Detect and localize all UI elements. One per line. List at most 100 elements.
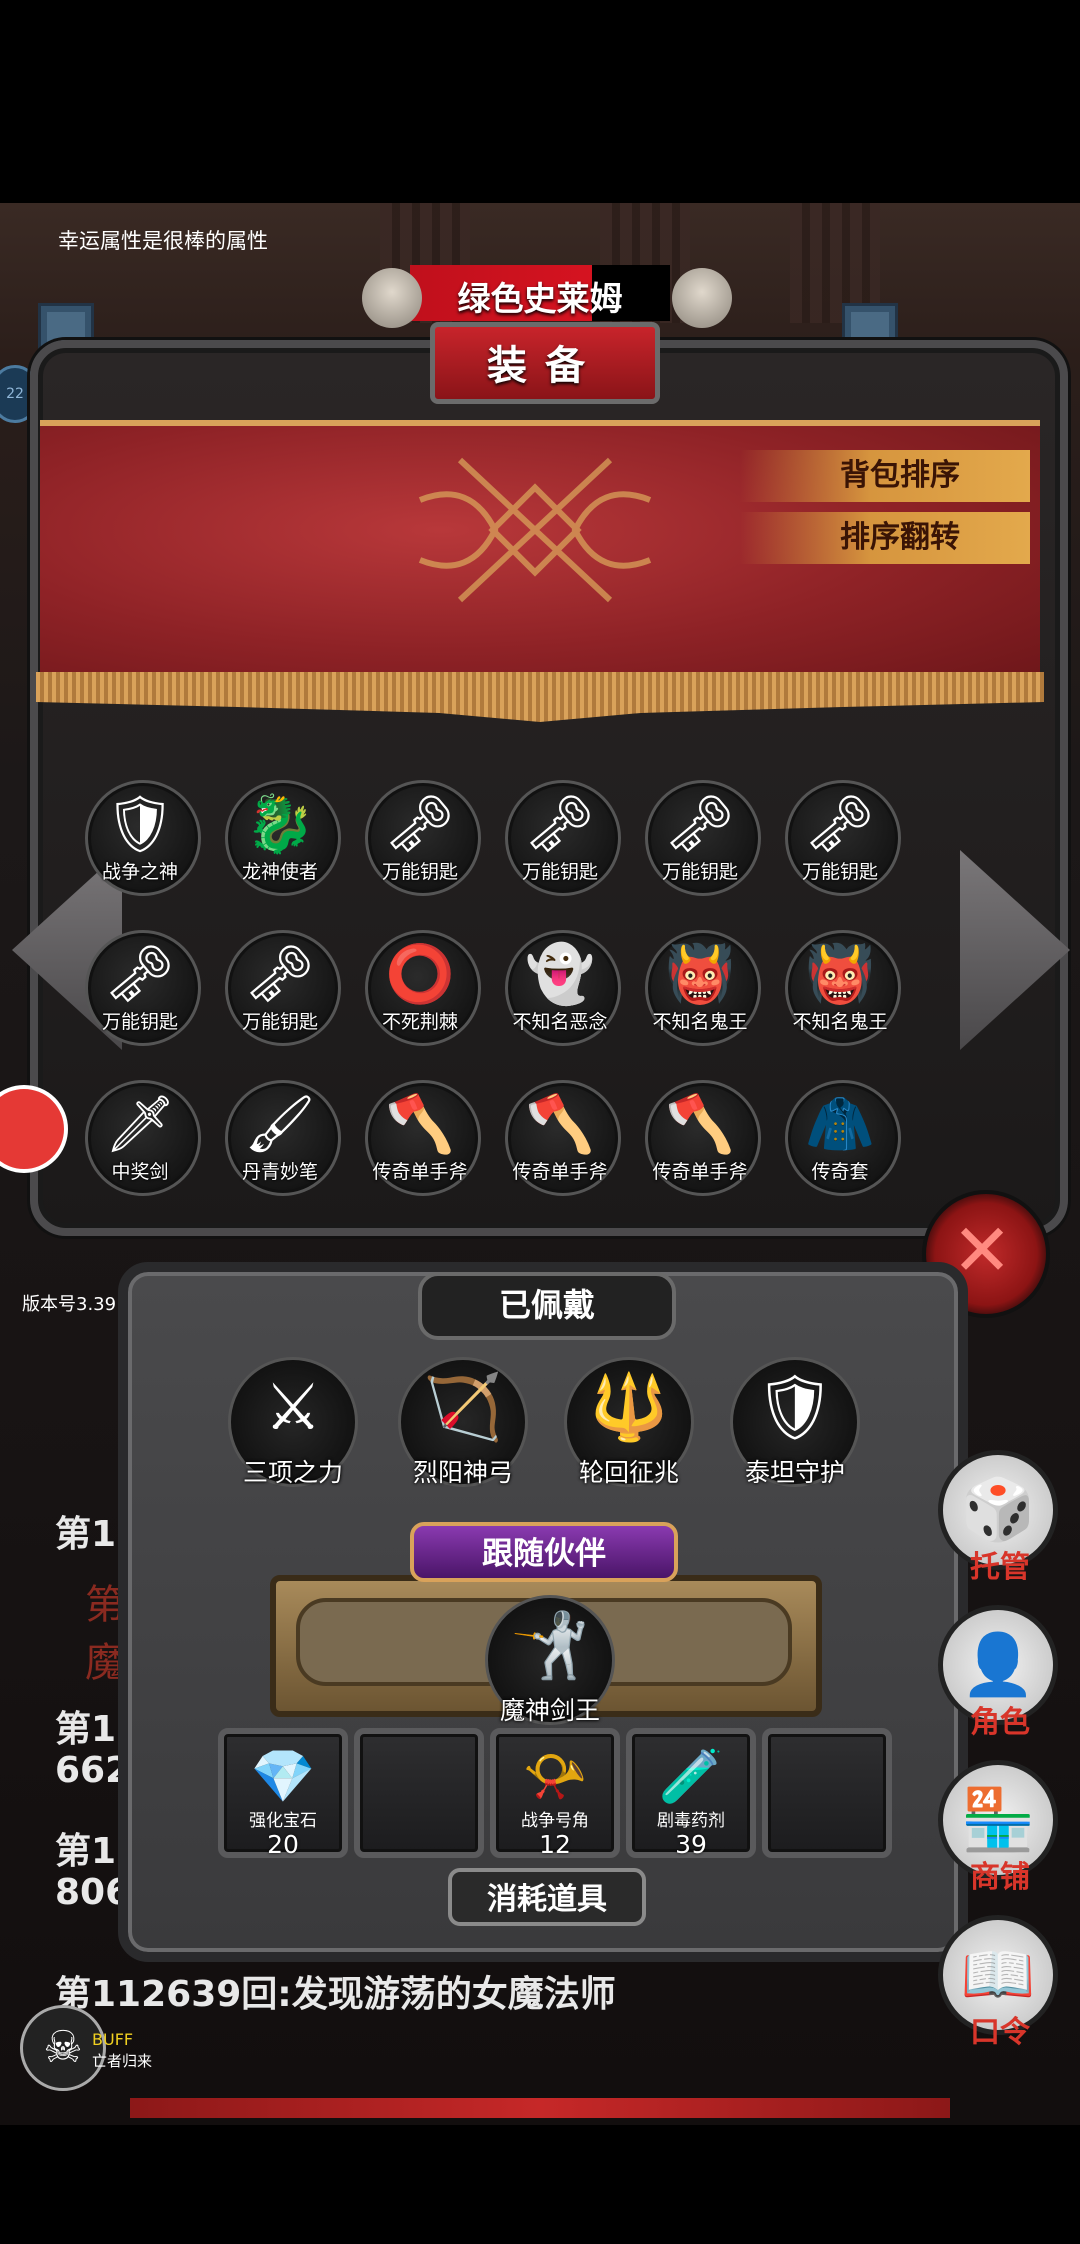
inventory-item-label: 传奇单手斧 <box>512 1161 608 1183</box>
inventory-item-label: 万能钥匙 <box>381 861 458 883</box>
inventory-item[interactable]: 🪓 传奇单手斧 <box>360 1075 481 1196</box>
key-icon: 🗝 <box>244 942 316 1007</box>
horn-icon: 📯 <box>522 1747 588 1807</box>
staff-icon: 🔱 <box>589 1371 669 1445</box>
equipped-item-label: 烈阳神弓 <box>412 1458 513 1487</box>
inventory-item[interactable]: 👹 不知名鬼王 <box>640 925 761 1046</box>
consumables-title: 消耗道具 <box>487 1882 607 1917</box>
red-robe-icon: 🧥 <box>805 1092 875 1157</box>
empty-consumable-slot[interactable] <box>354 1728 484 1858</box>
equipped-item-label: 泰坦守护 <box>744 1458 845 1487</box>
inventory-item[interactable]: 🗝 万能钥匙 <box>360 775 481 896</box>
triple-weapon-icon: ⚔ <box>264 1371 322 1445</box>
inventory-item[interactable]: 🗡 中奖剑 <box>80 1075 201 1196</box>
consumable-label: 战争号角 <box>521 1811 589 1831</box>
inventory-item-label: 中奖剑 <box>111 1161 169 1183</box>
inventory-item-label: 战争之神 <box>101 861 178 883</box>
inventory-item[interactable]: 🪓 传奇单手斧 <box>640 1075 761 1196</box>
key-icon: 🗝 <box>804 792 876 857</box>
inventory-item[interactable]: 🧥 传奇套 <box>780 1075 901 1196</box>
monster-name: 绿色史莱姆 <box>457 279 623 318</box>
equipped-item[interactable]: 🛡 泰坦守护 <box>730 1357 860 1487</box>
companion-title: 跟随伙伴 <box>482 1536 606 1572</box>
side-menu-label: 商铺 <box>970 1860 1030 1895</box>
key-icon: 🗝 <box>384 792 456 857</box>
inventory-item[interactable]: ⭕ 不死荆棘 <box>360 925 481 1046</box>
demon-king-icon: 👹 <box>805 942 875 1007</box>
companion-label: 魔神剑王 <box>499 1696 600 1725</box>
inventory-item[interactable]: 🖌 丹青妙笔 <box>220 1075 341 1196</box>
consumable-label: 剧毒药剂 <box>657 1811 725 1831</box>
poison-icon: 🧪 <box>658 1747 724 1807</box>
consumable-count: 12 <box>539 1830 571 1859</box>
titan-armor-icon: 🛡 <box>754 1371 836 1445</box>
inventory-item-label: 万能钥匙 <box>101 1011 178 1033</box>
inventory-item-label: 万能钥匙 <box>661 861 738 883</box>
inventory-item-label: 传奇单手斧 <box>652 1161 748 1183</box>
inventory-item[interactable]: 🗝 万能钥匙 <box>500 775 621 896</box>
side-menu-label: 口令 <box>970 2015 1030 2050</box>
inventory-item[interactable]: 🐉 龙神使者 <box>220 775 341 896</box>
equipped-item-label: 轮回征兆 <box>578 1458 679 1487</box>
axe-icon: 🪓 <box>525 1092 595 1157</box>
key-icon: 🗝 <box>104 942 176 1007</box>
inventory-item[interactable]: 🛡 战争之神 <box>80 775 201 896</box>
inventory-item[interactable]: 🪓 传奇单手斧 <box>500 1075 621 1196</box>
side-menu-label: 托管 <box>970 1550 1030 1585</box>
consumable-count: 39 <box>675 1830 707 1859</box>
crossed-swords-emblem-icon <box>418 457 652 603</box>
inventory-item-label: 不知名鬼王 <box>792 1011 888 1033</box>
inventory-item-label: 万能钥匙 <box>241 1011 318 1033</box>
buff-title: BUFF <box>92 2030 134 2049</box>
consumable-slot[interactable]: 💎 强化宝石 20 <box>218 1728 348 1859</box>
inventory-item[interactable]: 🗝 万能钥匙 <box>640 775 761 896</box>
brush-icon: 🖌 <box>244 1092 316 1157</box>
gem-icon: 💎 <box>250 1747 316 1807</box>
companion-item[interactable]: 🤺 魔神剑王 <box>485 1595 615 1725</box>
inventory-item[interactable]: 👹 不知名鬼王 <box>780 925 901 1046</box>
key-icon: 🗝 <box>664 792 736 857</box>
inventory-item[interactable]: 🗝 万能钥匙 <box>220 925 341 1046</box>
inventory-item-label: 万能钥匙 <box>801 861 878 883</box>
key-icon: 🗝 <box>524 792 596 857</box>
hint-text: 幸运属性是很棒的属性 <box>58 229 268 253</box>
equipped-title: 已佩戴 <box>498 1286 595 1324</box>
bow-icon: 🏹 <box>423 1371 503 1445</box>
axe-icon: 🪓 <box>385 1092 455 1157</box>
log-line: 第1 <box>55 1514 117 1555</box>
inventory-item[interactable]: 🗝 万能钥匙 <box>80 925 201 1046</box>
consumable-label: 强化宝石 <box>249 1811 317 1831</box>
inventory-item[interactable]: 👻 不知名恶念 <box>500 925 621 1046</box>
inventory-item-label: 龙神使者 <box>241 861 318 883</box>
inventory-item-label: 不死荆棘 <box>381 1011 458 1033</box>
sort-reverse-button[interactable]: 排序翻转 <box>740 512 1030 564</box>
inventory-item[interactable]: 🗝 万能钥匙 <box>780 775 901 896</box>
equipment-tab-label: 装备 <box>487 343 603 389</box>
buff-subtitle: 亡者归来 <box>92 2052 153 2070</box>
empty-consumable-slot[interactable] <box>762 1728 892 1858</box>
consumable-slot[interactable]: 📯 战争号角 12 <box>490 1728 620 1859</box>
consumable-count: 20 <box>267 1830 299 1859</box>
inventory-item-label: 传奇单手斧 <box>372 1161 468 1183</box>
thorn-wreath-icon: ⭕ <box>385 942 455 1007</box>
equipped-item[interactable]: 🏹 烈阳神弓 <box>398 1357 528 1487</box>
demon-king-icon: 👹 <box>665 942 735 1007</box>
equipped-item-label: 三项之力 <box>242 1458 343 1487</box>
inventory-item-label: 传奇套 <box>811 1161 869 1183</box>
side-menu-label: 角色 <box>970 1705 1030 1740</box>
inventory-item-label: 万能钥匙 <box>521 861 598 883</box>
inventory-item-label: 不知名鬼王 <box>652 1011 748 1033</box>
health-bar <box>130 2098 950 2118</box>
sort-bag-button[interactable]: 背包排序 <box>740 450 1030 502</box>
war-god-icon: 🛡 <box>104 792 176 857</box>
inventory-item-label: 不知名恶念 <box>512 1011 608 1033</box>
dragon-messenger-icon: 🐉 <box>245 792 315 857</box>
consumable-slot[interactable]: 🧪 剧毒药剂 39 <box>626 1728 756 1859</box>
log-line: 第112639回:发现游荡的女魔法师 <box>55 1974 616 2015</box>
ghost-icon: 👻 <box>525 942 595 1007</box>
equipped-item[interactable]: ⚔ 三项之力 <box>228 1357 358 1487</box>
equipped-item[interactable]: 🔱 轮回征兆 <box>564 1357 694 1487</box>
demon-sword-king-icon: 🤺 <box>510 1609 590 1683</box>
version-label: 版本号3.39 <box>22 1294 117 1315</box>
axe-icon: 🪓 <box>665 1092 735 1157</box>
